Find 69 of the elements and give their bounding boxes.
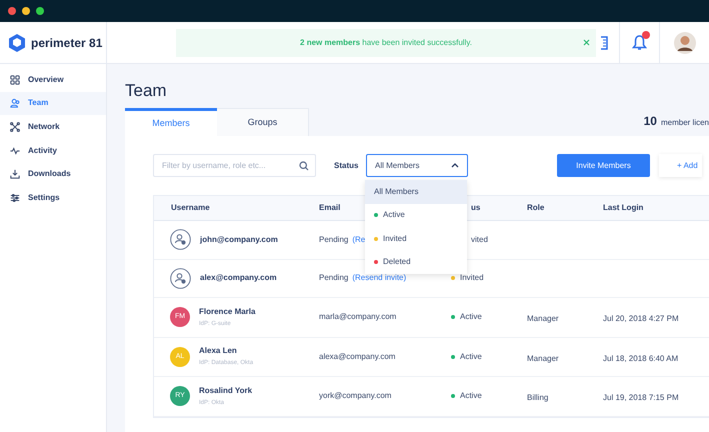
notification-badge [642, 30, 650, 38]
status-label: Status [334, 160, 360, 172]
bell-icon[interactable] [632, 34, 647, 50]
table-cell: Jul 20, 2018 4:27 PM [603, 314, 679, 324]
member-name: Rosalind York [199, 384, 252, 397]
member-name: Florence Marla [199, 306, 256, 318]
minimize-window-icon[interactable] [22, 7, 30, 15]
table-cell: john@company.com [200, 234, 278, 246]
maximize-window-icon[interactable] [36, 7, 44, 15]
sidebar-item[interactable]: Activity [0, 138, 106, 162]
column-header: Last Login [603, 202, 644, 214]
license-count: 10 [644, 113, 657, 130]
table-cell: Billing [527, 393, 548, 402]
resend-invite-link[interactable]: (Re [352, 234, 366, 246]
chevron-up-icon [451, 163, 459, 168]
member-name: Alexa Len [199, 345, 238, 358]
table-cell: Active [460, 350, 482, 363]
grid-icon [10, 74, 20, 85]
people-icon [10, 98, 20, 108]
table-cell: Pending [319, 272, 348, 284]
document-icon[interactable] [601, 36, 609, 50]
toast-message: 2 new members have been invited successfully. [300, 36, 472, 48]
table-cell: york@company.com [319, 390, 392, 402]
sidebar-item[interactable]: Downloads [0, 162, 106, 186]
table-cell: marla@company.com [319, 311, 396, 324]
table-cell: Jul 18, 2018 6:40 AM [603, 354, 678, 363]
sidebar-item[interactable]: Overview [0, 68, 106, 92]
sliders-icon [10, 192, 20, 203]
table-cell: Pending [319, 234, 348, 246]
table-cell: Manager [527, 314, 559, 324]
table-cell: Jul 19, 2018 7:15 PM [603, 393, 679, 402]
dropdown-option[interactable]: Invited [365, 227, 467, 250]
sidebar-item[interactable]: Network [0, 115, 106, 139]
table-cell: alexa@company.com [319, 350, 396, 363]
close-window-icon[interactable] [8, 7, 16, 15]
network-icon [10, 122, 20, 132]
table-cell: Manager [527, 354, 559, 363]
download-icon [10, 169, 20, 180]
table-cell: vited [471, 234, 488, 246]
column-header: Email [319, 202, 342, 214]
invite-members-button[interactable]: Invite Members [557, 154, 650, 177]
column-header: us [470, 202, 482, 214]
dropdown-option[interactable]: All Members [365, 180, 467, 204]
dropdown-option[interactable]: Deleted [365, 250, 467, 274]
license-label: member licen [660, 117, 709, 129]
filter-field[interactable]: Filter by username, role etc... [153, 154, 316, 177]
table-cell: alex@company.com [200, 272, 277, 284]
sidebar-item[interactable]: Settings [0, 186, 106, 210]
resend-invite-link[interactable]: (Resend invite) [352, 272, 406, 284]
tab[interactable]: Groups [217, 108, 309, 136]
filter-input[interactable]: Filter by username, role etc... [154, 160, 299, 172]
add-button[interactable]: + Add [659, 154, 702, 177]
dropdown-option[interactable]: Active [365, 204, 467, 227]
column-header: Username [170, 202, 211, 214]
user-avatar-icon[interactable] [674, 32, 696, 54]
pending-user-icon [170, 229, 191, 250]
logo-icon [9, 34, 25, 52]
status-select[interactable]: All Members [366, 154, 468, 177]
table-cell: Invited [460, 272, 484, 284]
pulse-icon [10, 146, 20, 156]
column-header: Role [527, 202, 546, 214]
tab[interactable]: Members [125, 108, 217, 136]
table-cell: Active [460, 390, 482, 402]
page-title: Team [125, 80, 168, 102]
brand-name: perimeter 81 [31, 34, 102, 52]
pending-user-icon [170, 268, 191, 289]
search-icon[interactable] [299, 160, 309, 170]
sidebar-item[interactable]: Team [0, 92, 106, 116]
table-cell: Active [460, 311, 482, 324]
